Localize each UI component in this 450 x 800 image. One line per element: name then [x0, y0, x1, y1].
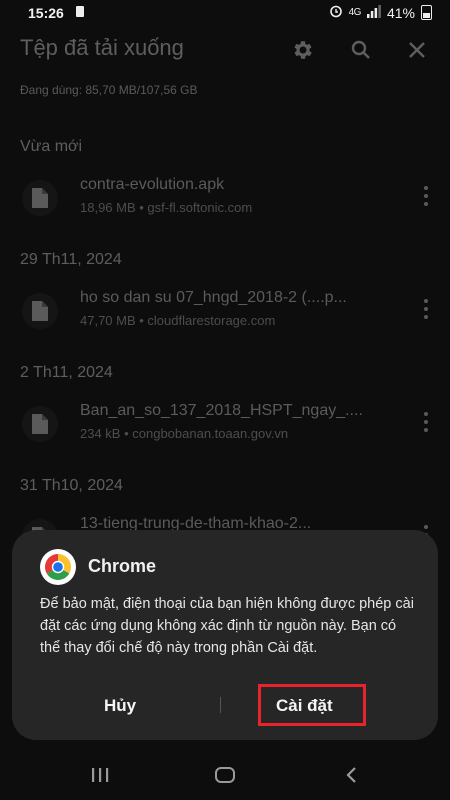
sd-card-icon: [76, 6, 84, 17]
file-name: Ban_an_so_137_2018_HSPT_ngay_....: [80, 402, 363, 419]
battery-icon: [421, 5, 432, 20]
search-icon[interactable]: [347, 36, 375, 64]
file-name: contra-evolution.apk: [80, 176, 225, 193]
file-row[interactable]: contra-evolution.apk 18,96 MB • gsf-fl.s…: [0, 170, 450, 230]
chrome-logo-icon: [40, 549, 76, 585]
close-icon[interactable]: [403, 36, 431, 64]
alarm-icon: [329, 4, 343, 21]
settings-icon[interactable]: [289, 36, 317, 64]
file-meta: 47,70 MB • cloudflarestorage.com: [80, 313, 276, 328]
dialog-message: Để bảo mật, điện thoại của bạn hiện khôn…: [40, 596, 414, 656]
file-name: ho so dan su 07_hngd_2018-2 (....p...: [80, 289, 347, 306]
file-icon: [22, 406, 58, 442]
file-meta: 234 kB • congbobanan.toaan.gov.vn: [80, 426, 289, 441]
settings-button[interactable]: Cài đặt: [276, 696, 333, 716]
file-icon: [22, 293, 58, 329]
status-time: 15:26: [28, 5, 64, 21]
back-icon[interactable]: [340, 764, 364, 786]
home-icon[interactable]: [213, 764, 237, 786]
status-bar: 15:26 4G 41%: [0, 0, 450, 26]
more-options-icon[interactable]: [420, 184, 432, 208]
file-row[interactable]: ho so dan su 07_hngd_2018-2 (....p... 47…: [0, 283, 450, 343]
install-blocked-dialog: Chrome Để bảo mật, điện thoại của bạn hi…: [12, 530, 438, 740]
storage-usage: Đang dùng: 85,70 MB/107,56 GB: [20, 83, 198, 97]
more-options-icon[interactable]: [420, 297, 432, 321]
cancel-button[interactable]: Hủy: [104, 696, 136, 716]
more-options-icon[interactable]: [420, 410, 432, 434]
file-icon: [22, 180, 58, 216]
page-title: Tệp đã tải xuống: [20, 35, 184, 60]
file-row[interactable]: Ban_an_so_137_2018_HSPT_ngay_.... 234 kB…: [0, 396, 450, 456]
section-header: 29 Th11, 2024: [20, 251, 122, 268]
4g-signal-icon: 4G: [348, 7, 362, 18]
section-header: Vừa mới: [20, 138, 83, 155]
battery-percent: 41%: [386, 4, 415, 21]
recents-icon[interactable]: [88, 764, 112, 786]
section-header: 31 Th10, 2024: [20, 477, 123, 494]
navigation-bar: [0, 748, 450, 800]
signal-icon: [366, 4, 381, 21]
dialog-title: Chrome: [88, 556, 157, 576]
section-header: 2 Th11, 2024: [20, 364, 113, 381]
status-icons: 4G 41%: [329, 4, 432, 21]
button-divider: [220, 697, 221, 713]
file-meta: 18,96 MB • gsf-fl.softonic.com: [80, 200, 253, 215]
app-header: Tệp đã tải xuống: [0, 26, 450, 76]
